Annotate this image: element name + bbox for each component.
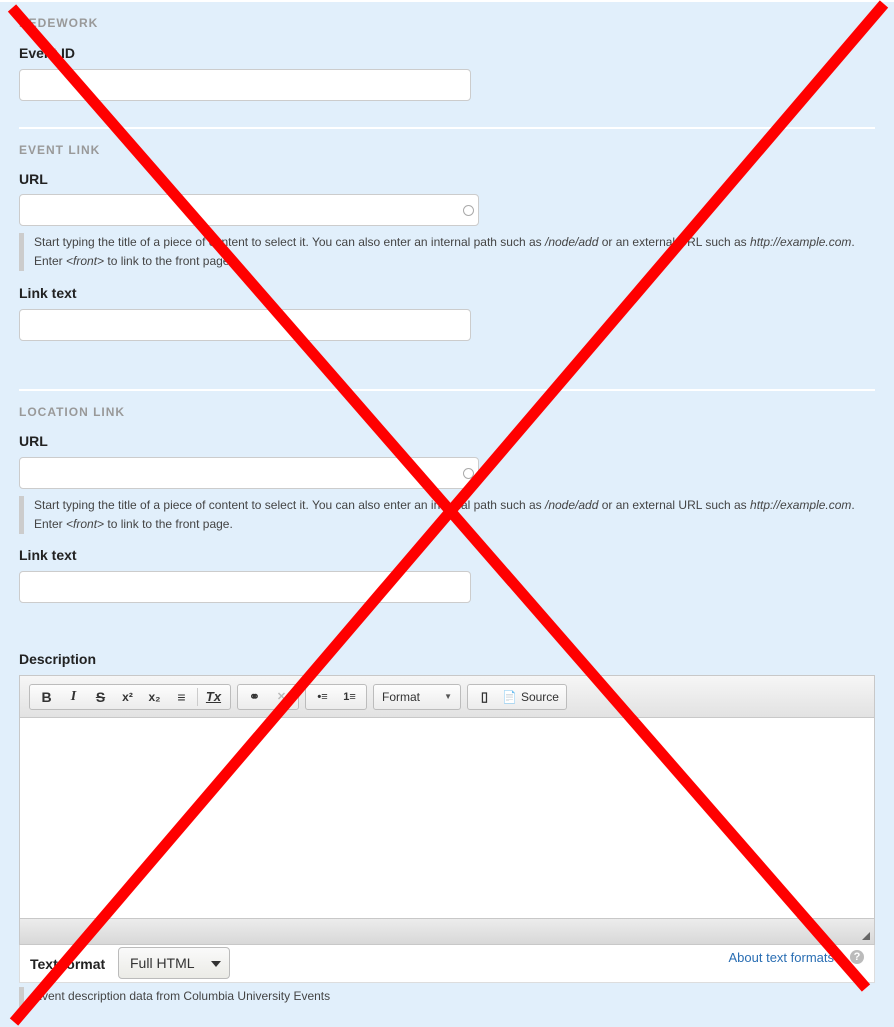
location-link-text-input[interactable] <box>19 571 471 603</box>
text-format-select[interactable]: Full HTML <box>118 947 230 979</box>
source-button[interactable]: 📄 Source <box>498 690 563 704</box>
divider <box>19 389 875 391</box>
editor-toolbar: B I S x² x₂ ≡ Tx ⚭ ✕ •≡ 1≡ Format ▼ ▯ 📄 … <box>20 676 874 718</box>
event-link-url-input[interactable] <box>19 194 479 226</box>
autocomplete-throbber-icon <box>463 468 474 479</box>
event-link-url-help: Start typing the title of a piece of con… <box>19 233 859 271</box>
resize-handle-icon[interactable] <box>862 932 870 940</box>
text-format-value: Full HTML <box>130 955 195 971</box>
bold-button[interactable]: B <box>33 686 60 708</box>
event-link-text-label: Link text <box>19 285 77 301</box>
editor-content-area[interactable] <box>20 718 874 918</box>
superscript-button[interactable]: x² <box>114 686 141 708</box>
numbered-list-button[interactable]: 1≡ <box>336 686 363 708</box>
section-title-event-link: EVENT LINK <box>19 143 101 157</box>
editor-status-bar <box>20 918 874 944</box>
lists-group: •≡ 1≡ <box>305 683 367 710</box>
divider <box>19 127 875 129</box>
text-format-row: Text format Full HTML About text formats… <box>19 945 875 983</box>
description-help: Event description data from Columbia Uni… <box>19 987 859 1007</box>
unlink-button[interactable]: ✕ <box>268 686 295 708</box>
link-button[interactable]: ⚭ <box>241 686 268 708</box>
links-group: ⚭ ✕ <box>237 683 299 710</box>
strikethrough-button[interactable]: S <box>87 686 114 708</box>
location-link-url-input[interactable] <box>19 457 479 489</box>
event-id-input[interactable] <box>19 69 471 101</box>
remove-format-button[interactable]: Tx <box>200 686 227 708</box>
caret-down-icon <box>211 961 221 967</box>
format-dropdown[interactable]: Format ▼ <box>373 683 461 710</box>
form-panel: BEDEWORK Event ID EVENT LINK URL Start t… <box>0 0 894 1027</box>
subscript-button[interactable]: x₂ <box>141 686 168 708</box>
horizontal-rule-button[interactable]: ≡ <box>168 686 195 708</box>
tools-group: ▯ 📄 Source <box>467 683 567 710</box>
description-label: Description <box>19 651 97 667</box>
autocomplete-throbber-icon <box>463 205 474 216</box>
bulleted-list-button[interactable]: •≡ <box>309 686 336 708</box>
event-link-text-input[interactable] <box>19 309 471 341</box>
location-link-text-label: Link text <box>19 547 77 563</box>
toolbar-separator <box>197 687 198 706</box>
source-document-icon: 📄 <box>502 689 517 704</box>
section-title-bedework: BEDEWORK <box>19 16 99 30</box>
event-link-url-label: URL <box>19 171 48 187</box>
italic-button[interactable]: I <box>60 686 87 708</box>
basic-styles-group: B I S x² x₂ ≡ Tx <box>29 683 231 710</box>
about-text-formats-link[interactable]: About text formats <box>729 950 835 965</box>
location-link-url-label: URL <box>19 433 48 449</box>
text-format-label: Text format <box>30 956 106 972</box>
format-dropdown-label: Format <box>382 689 421 704</box>
rich-text-editor: B I S x² x₂ ≡ Tx ⚭ ✕ •≡ 1≡ Format ▼ ▯ 📄 … <box>19 675 875 945</box>
chevron-down-icon: ▼ <box>444 692 452 701</box>
show-blocks-icon[interactable]: ▯ <box>471 686 498 708</box>
source-button-label: Source <box>520 689 559 704</box>
help-icon[interactable]: ? <box>850 950 864 964</box>
section-title-location-link: LOCATION LINK <box>19 405 126 419</box>
location-link-url-help: Start typing the title of a piece of con… <box>19 496 859 534</box>
event-id-label: Event ID <box>19 45 76 61</box>
